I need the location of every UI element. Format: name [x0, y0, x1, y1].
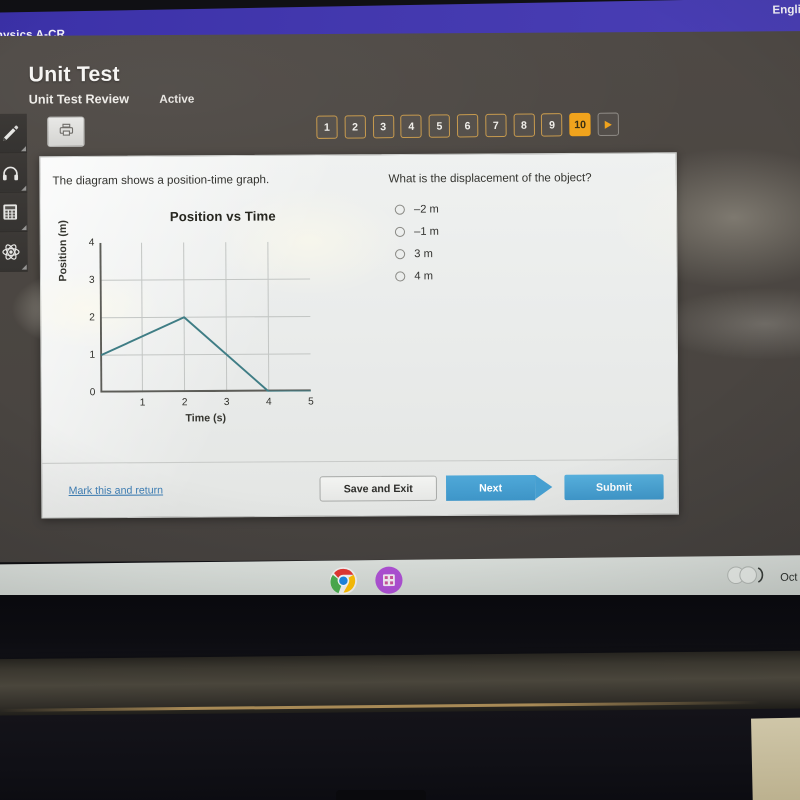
laptop-screen: Physics A-CR Englis Unit Test Unit Test …	[0, 0, 800, 604]
chart-ytick-2: 2	[89, 312, 95, 324]
question-left-column: The diagram shows a position-time graph.…	[52, 171, 380, 464]
chart-ytick-3: 3	[88, 274, 95, 287]
clock-label[interactable]: Oct 25	[780, 571, 800, 584]
qnav-item-9[interactable]: 9	[541, 113, 563, 137]
chart-xtick-1: 1	[139, 397, 146, 409]
paper-sheet	[751, 717, 800, 800]
deck-notch	[336, 790, 426, 800]
qnav-item-2[interactable]: 2	[344, 115, 366, 139]
calculator-icon	[1, 203, 19, 221]
chart-xlabel: Time (s)	[185, 412, 227, 425]
answer-option-label-4: 4 m	[414, 270, 433, 283]
tool-headphones[interactable]	[0, 153, 28, 193]
pencil-icon	[0, 123, 19, 142]
print-button[interactable]	[47, 116, 85, 148]
chart-area: Position (m) 0 1 2 3 4 1 2 3 4 5 Time (s…	[53, 220, 380, 426]
answer-options: –2 m –1 m 3 m 4 m	[389, 202, 659, 283]
qnav-item-5[interactable]: 5	[428, 114, 451, 138]
question-prompt: What is the displacement of the object?	[388, 172, 592, 186]
answer-option-label-2: –1 m	[414, 225, 439, 238]
position-time-chart: Position vs Time Position (m) 0 1 2 3 4	[53, 208, 380, 427]
radio-button-2[interactable]	[394, 226, 406, 238]
atom-icon	[1, 242, 20, 261]
purple-app-icon[interactable]	[375, 566, 404, 595]
answer-option-3[interactable]: 3 m	[389, 247, 658, 261]
laptop-photo: Physics A-CR Englis Unit Test Unit Test …	[0, 0, 800, 800]
radio-button-4[interactable]	[395, 271, 406, 282]
chart-ylabel: Position (m)	[56, 220, 70, 282]
panel-footer: Mark this and return Save and Exit Next …	[42, 458, 678, 518]
qnav-item-7[interactable]: 7	[484, 113, 507, 138]
question-right-column: What is the displacement of the object? …	[378, 170, 659, 463]
subtitle-row: Unit Test Review Active	[28, 91, 195, 107]
save-and-exit-button[interactable]: Save and Exit	[319, 475, 438, 502]
laptop-deck	[0, 708, 800, 800]
chart-plot: 0 1 2 3 4 1 2 3 4 5	[89, 237, 314, 408]
qnav-item-10[interactable]: 10	[569, 112, 591, 137]
chart-xtick-4: 4	[265, 396, 272, 408]
chart-ytick-0: 0	[89, 387, 96, 399]
panel-body: The diagram shows a position-time graph.…	[40, 153, 677, 465]
question-panel: The diagram shows a position-time graph.…	[10, 152, 679, 519]
radio-button-1[interactable]	[394, 204, 405, 215]
answer-option-1[interactable]: –2 m	[389, 202, 658, 216]
assignment-subtitle: Unit Test Review	[28, 91, 130, 107]
mark-and-return-link[interactable]: Mark this and return	[69, 484, 164, 497]
qnav-item-3[interactable]: 3	[372, 114, 394, 139]
shelf-status-area[interactable]: Oct 25	[723, 565, 800, 589]
next-button[interactable]: Next	[445, 474, 536, 501]
tool-rail	[0, 113, 28, 272]
tool-pencil[interactable]	[0, 113, 28, 154]
qnav-item-4[interactable]: 4	[400, 114, 423, 139]
shelf-apps	[329, 566, 403, 595]
footer-buttons: Save and Exit Next Submit	[319, 474, 664, 502]
triangle-right-icon	[604, 120, 612, 129]
answer-option-label-1: –2 m	[413, 203, 439, 216]
qnav-item-6[interactable]: 6	[456, 114, 479, 138]
radio-button-3[interactable]	[395, 249, 406, 260]
answer-option-2[interactable]: –1 m	[389, 224, 658, 238]
page-title: Unit Test	[28, 62, 120, 87]
tool-calculator[interactable]	[0, 192, 28, 233]
question-nav: 1 2 3 4 5 6 7 8 9 10	[316, 112, 619, 139]
answer-option-label-3: 3 m	[414, 248, 433, 261]
chart-ytick-4: 4	[88, 237, 95, 249]
headphones-icon	[0, 163, 19, 182]
printer-icon	[57, 121, 75, 142]
status-badge: Active	[159, 93, 195, 106]
qnav-item-8[interactable]: 8	[513, 113, 535, 137]
tool-periodic-table[interactable]	[0, 232, 28, 272]
chrome-icon[interactable]	[329, 566, 358, 595]
chart-title: Position vs Time	[169, 208, 276, 225]
chart-xtick-5: 5	[308, 396, 314, 408]
question-stem: The diagram shows a position-time graph.	[52, 174, 270, 188]
chart-xtick-3: 3	[223, 397, 230, 409]
answer-option-4[interactable]: 4 m	[389, 269, 658, 283]
qnav-item-1[interactable]: 1	[316, 115, 338, 139]
submit-button[interactable]: Submit	[564, 474, 664, 501]
qnav-next-button[interactable]	[597, 112, 619, 137]
system-status-icons	[723, 566, 768, 590]
language-selector[interactable]: Englis	[772, 4, 800, 17]
title-block: Unit Test Unit Test Review Active	[29, 62, 195, 107]
chart-svg	[99, 241, 311, 393]
chart-ytick-1: 1	[89, 349, 96, 361]
chart-xtick-2: 2	[181, 397, 188, 409]
